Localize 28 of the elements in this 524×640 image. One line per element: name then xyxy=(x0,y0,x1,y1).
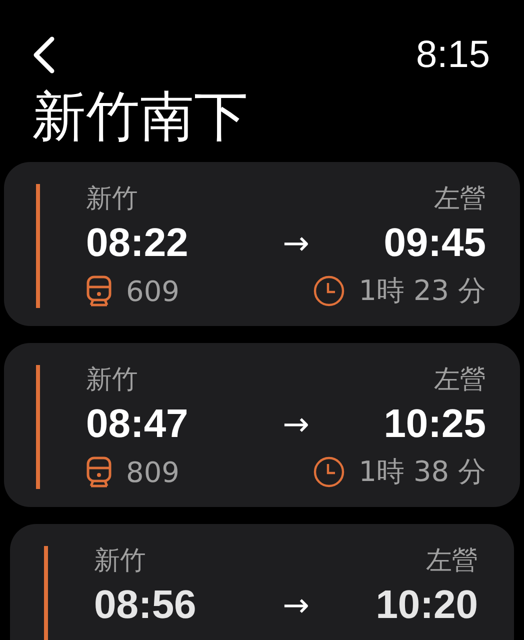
departure-time: 08:47 xyxy=(86,401,188,447)
trip-card[interactable]: 新竹 左營 08:56 → 10:20 xyxy=(10,524,514,640)
arrival-station: 左營 xyxy=(426,546,478,576)
departure-station: 新竹 xyxy=(94,546,146,576)
train-icon xyxy=(86,275,112,307)
departure-station: 新竹 xyxy=(86,365,138,395)
clock-icon xyxy=(312,456,345,488)
train-number: 609 xyxy=(126,274,180,308)
train-number: 809 xyxy=(126,456,180,488)
departure-time: 08:56 xyxy=(94,582,196,628)
arrival-station: 左營 xyxy=(434,365,486,395)
arrival-time: 09:45 xyxy=(384,220,486,266)
trip-duration: 1時 23 分 xyxy=(358,273,486,309)
train-icon xyxy=(86,456,112,488)
trip-card[interactable]: 新竹 左營 08:47 → 10:25 809 1時 38 分 xyxy=(4,343,520,507)
trip-duration: 1時 38 分 xyxy=(358,454,486,490)
departure-time: 08:22 xyxy=(86,220,188,266)
arrow: → xyxy=(282,224,310,262)
departure-station: 新竹 xyxy=(86,184,138,214)
page-title: 新竹南下 xyxy=(32,86,249,148)
arrival-time: 10:20 xyxy=(376,582,478,628)
arrival-time: 10:25 xyxy=(384,401,486,447)
clock-time: 8:15 xyxy=(416,34,490,76)
arrow: → xyxy=(282,586,310,624)
trip-card[interactable]: 新竹 左營 08:22 → 09:45 609 1時 23 分 xyxy=(4,162,520,326)
arrow: → xyxy=(282,405,310,443)
clock-icon xyxy=(312,275,345,307)
arrival-station: 左營 xyxy=(434,184,486,214)
